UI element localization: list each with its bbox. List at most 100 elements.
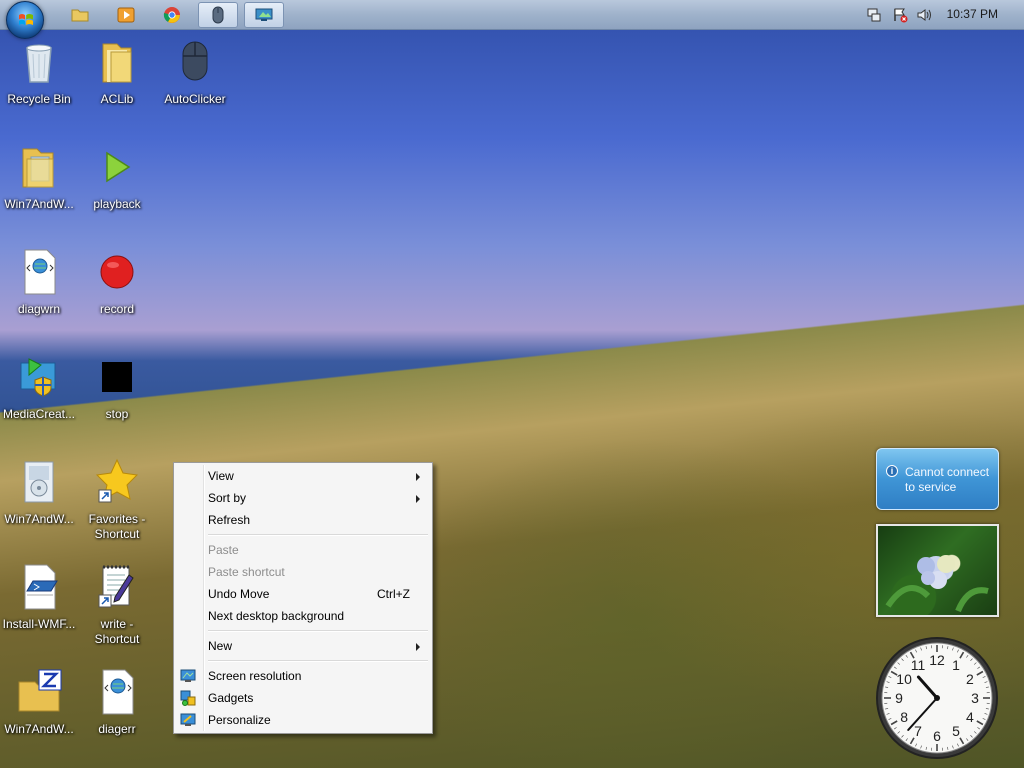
desktop-icon-label: record (99, 302, 134, 316)
play-icon (106, 151, 131, 183)
menu-separator (176, 657, 430, 665)
desktop-context-menu: View Sort by Refresh Paste Paste shortcu… (173, 462, 433, 734)
menu-separator (176, 627, 430, 635)
menu-item-label: New (208, 639, 233, 653)
menu-item-paste-shortcut: Paste shortcut (176, 561, 430, 583)
desktop-icon-label: diagerr (98, 722, 136, 736)
taskbar-screen-button[interactable] (244, 2, 284, 28)
script-file-icon (102, 669, 134, 715)
mouse-icon (182, 41, 208, 81)
menu-item-gadgets[interactable]: Gadgets (176, 687, 430, 709)
clock-number: 9 (895, 690, 903, 706)
folder-icon (22, 148, 54, 188)
desktop-icon-label: Recycle Bin (7, 92, 71, 106)
submenu-arrow-icon (416, 473, 420, 481)
taskbar-autoclicker-button[interactable] (198, 2, 238, 28)
desktop-icon-label: Win7AndW... (4, 722, 74, 736)
volume-icon[interactable] (916, 7, 932, 23)
menu-item-label: View (208, 469, 234, 483)
info-icon: i (886, 465, 898, 477)
taskbar-clock[interactable]: 10:37 PM (947, 7, 998, 21)
zip-folder-icon (18, 669, 62, 712)
clock-number: 6 (933, 728, 941, 744)
desktop-icon-write-shortcut[interactable]: write - Shortcut (78, 563, 156, 647)
clock-center-pin (934, 695, 940, 701)
desktop-icon-favorites-shortcut[interactable]: Favorites - Shortcut (78, 458, 156, 542)
clock-number: 12 (929, 652, 945, 668)
clock-number: 3 (971, 690, 979, 706)
submenu-arrow-icon (416, 643, 420, 651)
clock-number: 5 (952, 723, 960, 739)
menu-item-label: Undo Move (208, 587, 270, 601)
desktop-icon-label: Win7AndW... (4, 197, 74, 211)
taskbar-media-player-button[interactable] (106, 2, 146, 28)
desktop-icon-stop[interactable]: stop (78, 353, 156, 422)
menu-item-shortcut: Ctrl+Z (377, 587, 410, 601)
action-center-icon[interactable] (892, 7, 908, 23)
notepad-icon (98, 565, 134, 608)
menu-item-undo-move[interactable]: Undo Move Ctrl+Z (176, 583, 430, 605)
menu-item-paste: Paste (176, 539, 430, 561)
stop-icon (102, 362, 132, 392)
desktop-icon-mediacreat[interactable]: MediaCreat... (0, 353, 78, 422)
desktop-icon-autoclicker[interactable]: AutoClicker (156, 38, 234, 107)
desktop-icon-label: Install-WMF... (2, 617, 76, 631)
menu-item-next-desktop-background[interactable]: Next desktop background (176, 605, 430, 627)
desktop-icon-record[interactable]: record (78, 248, 156, 317)
gadgets-icon (180, 690, 196, 706)
clock-gadget[interactable]: 12 12 3 45678 9 1011 (874, 635, 1000, 761)
mouse-icon (212, 6, 224, 24)
desktop-icon-aclib[interactable]: ACLib (78, 38, 156, 107)
menu-item-sort-by[interactable]: Sort by (176, 487, 430, 509)
desktop-icon-recycle-bin[interactable]: Recycle Bin (0, 38, 78, 107)
network-icon[interactable] (866, 7, 882, 23)
menu-item-view[interactable]: View (176, 465, 430, 487)
desktop-icon-label: Favorites - Shortcut (88, 512, 146, 541)
desktop-icon-label: ACLib (100, 92, 134, 106)
weather-gadget-message: Cannot connect to service (905, 465, 990, 494)
windows-logo-icon (19, 14, 33, 25)
screen-icon (255, 8, 273, 21)
clock-number: 8 (900, 709, 908, 725)
submenu-arrow-icon (416, 495, 420, 503)
slideshow-gadget[interactable] (876, 524, 999, 617)
folder-icon (102, 43, 132, 83)
powershell-file-icon (24, 564, 58, 610)
taskbar-chrome-button[interactable] (152, 2, 192, 28)
installer-icon (20, 358, 56, 397)
desktop-icon-diagwrn[interactable]: diagwrn (0, 248, 78, 317)
personalize-icon (180, 713, 196, 726)
clock-number: 7 (914, 723, 922, 739)
script-file-icon (24, 249, 56, 295)
record-icon (100, 255, 134, 289)
start-button[interactable] (6, 1, 44, 39)
desktop-icon-label: diagwrn (17, 302, 61, 316)
menu-item-label: Next desktop background (208, 609, 345, 623)
taskbar-explorer-button[interactable] (60, 2, 100, 28)
menu-item-personalize[interactable]: Personalize (176, 709, 430, 731)
desktop-icon-win7andw-installer[interactable]: Win7AndW... (0, 458, 78, 527)
clock-number: 10 (896, 671, 912, 687)
desktop-icon-label: Win7AndW... (4, 512, 74, 526)
star-icon (95, 458, 139, 503)
desktop-icon-diagerr[interactable]: diagerr (78, 668, 156, 737)
menu-item-refresh[interactable]: Refresh (176, 509, 430, 531)
desktop-icon-label: MediaCreat... (2, 407, 76, 421)
menu-item-label: Refresh (208, 513, 251, 527)
desktop-icon-label: AutoClicker (164, 92, 226, 106)
desktop-icon-install-wmf[interactable]: Install-WMF... (0, 563, 78, 632)
menu-item-new[interactable]: New (176, 635, 430, 657)
menu-item-screen-resolution[interactable]: Screen resolution (176, 665, 430, 687)
weather-gadget[interactable]: i Cannot connect to service (876, 448, 999, 510)
desktop-icon-playback[interactable]: playback (78, 143, 156, 212)
desktop-icon-label: write - Shortcut (94, 617, 140, 646)
chrome-icon (163, 7, 180, 23)
menu-separator (176, 531, 430, 539)
hydrangea-photo (885, 555, 989, 613)
menu-item-label: Paste shortcut (208, 565, 285, 579)
desktop-icon-label: playback (93, 197, 141, 211)
desktop-icon-win7andw-folder[interactable]: Win7AndW... (0, 143, 78, 212)
recycle-bin-icon (26, 44, 52, 83)
menu-item-label: Paste (208, 543, 239, 557)
desktop-icon-win7andw-zip[interactable]: Win7AndW... (0, 668, 78, 737)
